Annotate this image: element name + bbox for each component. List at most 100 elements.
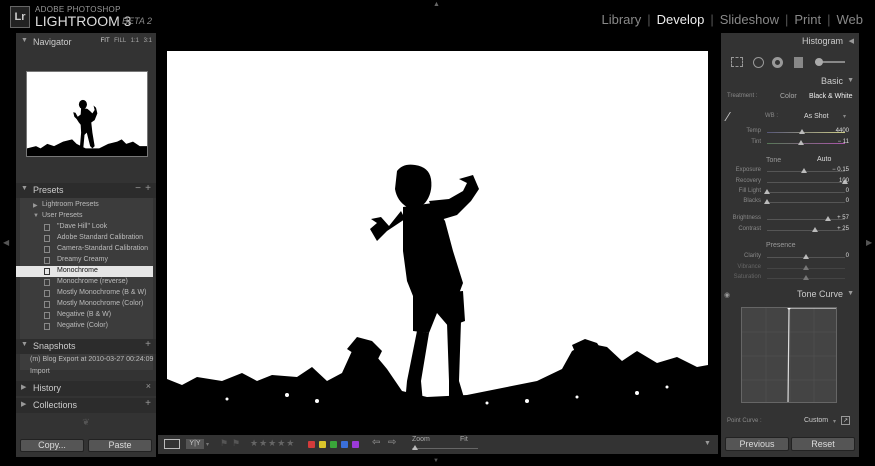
slider-knob[interactable] — [812, 227, 819, 232]
presets-header[interactable]: ▼ Presets − + — [16, 183, 156, 198]
preset-item[interactable]: "Dave Hill" Look — [20, 222, 153, 233]
slider-knob[interactable] — [801, 168, 808, 173]
module-library[interactable]: Library — [601, 12, 641, 27]
snapshot-item[interactable]: (m) Blog Export at 2010-03-27 00:24:09 — [30, 356, 153, 363]
brightness-value[interactable]: + 57 — [827, 215, 849, 221]
collections-header[interactable]: ▶ Collections + — [16, 398, 156, 413]
module-web[interactable]: Web — [837, 12, 864, 27]
copy-button[interactable]: Copy... — [20, 439, 84, 452]
module-develop[interactable]: Develop — [657, 12, 705, 27]
chevron-down-icon[interactable]: ▾ — [833, 418, 836, 425]
collapse-icon[interactable]: ▼ — [847, 290, 854, 297]
preset-item[interactable]: Camera-Standard Calibration — [20, 244, 153, 255]
preset-group-user[interactable]: ▼ User Presets — [20, 211, 153, 222]
snapshot-item[interactable]: Import — [30, 368, 50, 375]
preset-item[interactable]: Dreamy Creamy — [20, 255, 153, 266]
white-balance-picker-icon[interactable]: ⁄ — [727, 109, 729, 124]
right-panel-toggle-icon[interactable]: ▶ — [866, 238, 872, 247]
preset-item[interactable]: Mostly Monochrome (B & W) — [20, 288, 153, 299]
red-eye-icon[interactable] — [772, 57, 783, 68]
clear-history-icon[interactable]: × — [146, 381, 151, 391]
green-label-icon[interactable] — [330, 441, 337, 448]
module-slideshow[interactable]: Slideshow — [720, 12, 779, 27]
toolbar-menu-icon[interactable]: ▼ — [704, 440, 711, 447]
blacks-value[interactable]: 0 — [827, 198, 849, 204]
plus-icon[interactable]: + — [145, 339, 151, 350]
treatment-bw-option[interactable]: Black & White — [809, 93, 853, 100]
histogram-header[interactable]: Histogram — [802, 36, 843, 46]
next-photo-icon[interactable]: ⇨ — [388, 437, 396, 448]
edit-point-curve-icon[interactable]: ↗ — [841, 416, 850, 425]
preset-group-lightroom[interactable]: ▶ Lightroom Presets — [20, 200, 153, 211]
preset-item[interactable]: Adobe Standard Calibration — [20, 233, 153, 244]
slider-knob[interactable] — [764, 199, 770, 204]
navigator-header[interactable]: ▼ Navigator FIT FILL 1:1 3:1 — [16, 35, 156, 50]
vibrance-slider[interactable] — [767, 265, 845, 270]
reject-flag-icon[interactable]: ⚑ — [232, 438, 240, 449]
previous-button[interactable]: Previous — [725, 437, 789, 451]
preset-item[interactable]: Mostly Monochrome (Color) — [20, 299, 153, 310]
collapse-icon[interactable]: ▼ — [847, 77, 854, 84]
point-curve-select[interactable]: Custom — [804, 417, 828, 424]
snapshots-header[interactable]: ▼ Snapshots + — [16, 339, 156, 354]
zoom-3-1[interactable]: 3:1 — [144, 38, 152, 44]
red-label-icon[interactable] — [308, 441, 315, 448]
paste-button[interactable]: Paste — [88, 439, 152, 452]
left-panel-toggle-icon[interactable]: ◀ — [3, 238, 9, 247]
spot-removal-icon[interactable] — [753, 57, 764, 68]
tone-curve-header[interactable]: Tone Curve — [797, 289, 843, 299]
auto-tone-button[interactable]: Auto — [817, 156, 831, 163]
chevron-down-icon[interactable]: ▾ — [843, 113, 846, 120]
preset-item[interactable]: Monochrome (reverse) — [20, 277, 153, 288]
slider-knob[interactable] — [803, 265, 809, 270]
zoom-fill[interactable]: FILL — [114, 38, 126, 44]
yellow-label-icon[interactable] — [319, 441, 326, 448]
main-photo-view[interactable] — [167, 51, 708, 415]
plus-icon[interactable]: + — [145, 183, 151, 194]
zoom-slider-knob[interactable] — [412, 445, 418, 450]
target-adjust-icon[interactable]: ◉ — [724, 291, 730, 299]
exposure-value[interactable]: − 0.15 — [827, 167, 849, 173]
minus-icon[interactable]: − — [135, 183, 141, 194]
preset-item[interactable]: Negative (B & W) — [20, 310, 153, 321]
fill-light-value[interactable]: 0 — [827, 188, 849, 194]
recovery-value[interactable]: 100 — [827, 178, 849, 184]
slider-knob[interactable] — [764, 189, 770, 194]
treatment-color-option[interactable]: Color — [780, 93, 797, 100]
module-print[interactable]: Print — [794, 12, 821, 27]
preset-item-selected[interactable]: Monochrome — [16, 266, 153, 277]
reset-button[interactable]: Reset — [791, 437, 855, 451]
star-rating-icon[interactable]: ★★★★★ — [250, 438, 295, 449]
tint-value[interactable]: − 11 — [827, 139, 849, 145]
slider-knob[interactable] — [798, 140, 805, 145]
history-header[interactable]: ▶ History × — [16, 381, 156, 396]
graduated-filter-icon[interactable] — [794, 57, 803, 68]
zoom-1-1[interactable]: 1:1 — [131, 38, 139, 44]
top-panel-toggle-icon[interactable]: ▲ — [433, 1, 440, 8]
navigator-preview[interactable] — [26, 71, 148, 157]
wb-select[interactable]: As Shot — [804, 113, 829, 120]
clarity-value[interactable]: 0 — [827, 253, 849, 259]
previous-photo-icon[interactable]: ⇦ — [372, 437, 380, 448]
purple-label-icon[interactable] — [352, 441, 359, 448]
plus-icon[interactable]: + — [145, 398, 151, 409]
loupe-view-icon[interactable] — [164, 439, 180, 449]
slider-knob[interactable] — [803, 254, 809, 259]
saturation-slider[interactable] — [767, 275, 845, 280]
collapse-icon[interactable]: ◀ — [849, 37, 854, 45]
temp-value[interactable]: 4400 — [827, 128, 849, 134]
flag-icon[interactable]: ⚑ — [220, 438, 228, 449]
dropdown-icon[interactable]: ▾ — [206, 441, 209, 448]
contrast-value[interactable]: + 25 — [827, 226, 849, 232]
crop-tool-icon[interactable] — [731, 57, 743, 67]
tone-curve-graph[interactable] — [741, 307, 837, 403]
blue-label-icon[interactable] — [341, 441, 348, 448]
slider-knob[interactable] — [803, 275, 809, 280]
zoom-fit[interactable]: FIT — [101, 38, 110, 44]
zoom-slider[interactable] — [412, 448, 478, 449]
filmstrip-toggle-icon[interactable]: ▼ — [433, 458, 439, 464]
preset-item[interactable]: Negative (Color) — [20, 321, 153, 332]
slider-knob[interactable] — [799, 129, 806, 134]
before-after-icon[interactable]: Y|Y — [186, 439, 204, 449]
basic-header[interactable]: Basic — [821, 76, 843, 86]
